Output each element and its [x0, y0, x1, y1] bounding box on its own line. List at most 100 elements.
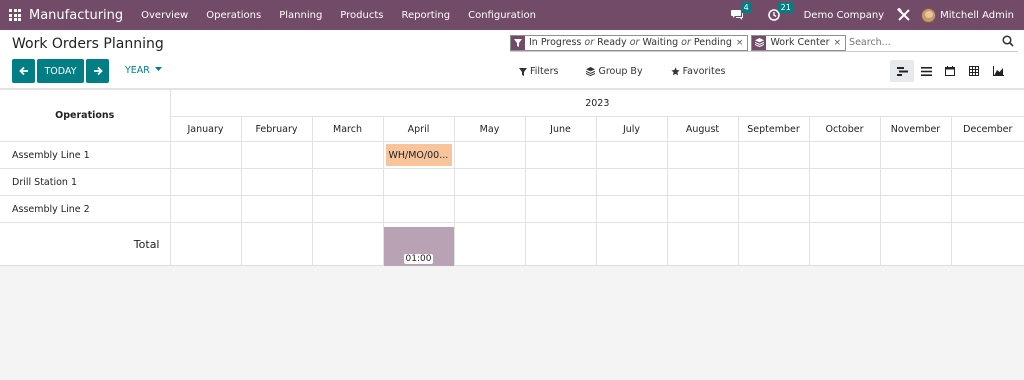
gantt-cell[interactable] [879, 195, 952, 223]
work-order-pill[interactable]: WH/MO/00... [385, 144, 452, 166]
gantt-cell[interactable] [240, 195, 313, 223]
filter-icon [511, 35, 525, 50]
debug-tools-icon[interactable] [897, 8, 911, 22]
month-header: August [666, 116, 739, 142]
gantt-cell[interactable] [666, 168, 739, 196]
gantt-cell[interactable] [808, 195, 881, 223]
view-switcher [890, 60, 1010, 82]
gantt-cell[interactable] [453, 141, 526, 169]
group-by-button[interactable]: Group By [586, 66, 656, 77]
list-view-button[interactable] [914, 60, 938, 82]
facet-remove-icon[interactable]: × [834, 38, 846, 48]
total-cell [240, 222, 313, 266]
gantt-cell[interactable] [453, 195, 526, 223]
search-input[interactable] [849, 37, 1000, 48]
facet-groupby: Work Center × [751, 34, 847, 51]
gantt-total-row: Total 01:00 [0, 222, 1024, 266]
previous-period-button[interactable] [12, 59, 35, 83]
area-chart-icon [992, 66, 1004, 76]
month-header: July [595, 116, 668, 142]
search-icon[interactable] [1002, 35, 1014, 47]
row-label: Drill Station 1 [0, 168, 171, 196]
main-menu: Overview Operations Planning Products Re… [141, 10, 554, 21]
gantt-cell[interactable] [524, 141, 597, 169]
messages-button[interactable]: 4 [730, 2, 752, 21]
gantt-cell[interactable] [879, 168, 952, 196]
apps-menu-icon[interactable] [9, 9, 21, 21]
gantt-cell[interactable] [311, 141, 384, 169]
gantt-cell[interactable] [595, 141, 668, 169]
gantt-cell[interactable] [524, 168, 597, 196]
gantt-cell[interactable] [240, 168, 313, 196]
gantt-cell[interactable] [169, 168, 242, 196]
filters-button[interactable]: Filters [519, 66, 572, 77]
messages-count-badge: 4 [740, 2, 752, 13]
gantt-cell[interactable] [240, 141, 313, 169]
facet-value: Ready [597, 37, 627, 48]
search-panel-toggles: Filters Group By Favorites [519, 66, 754, 77]
gantt-cell[interactable] [311, 195, 384, 223]
gantt-cell[interactable] [737, 141, 810, 169]
gantt-row: Drill Station 1 [0, 168, 1024, 196]
gantt-view-button[interactable] [890, 60, 914, 82]
gantt-cell[interactable] [808, 141, 881, 169]
gantt-cell[interactable] [169, 141, 242, 169]
total-cell [879, 222, 952, 266]
app-name[interactable]: Manufacturing [29, 8, 123, 23]
gantt-cell[interactable] [666, 141, 739, 169]
menu-item-configuration[interactable]: Configuration [468, 10, 536, 21]
gantt-cell[interactable] [595, 195, 668, 223]
gantt-cell[interactable] [879, 141, 952, 169]
gantt-cell[interactable]: WH/MO/00... [382, 141, 455, 169]
gantt-cell[interactable] [950, 168, 1024, 196]
search-bar: In Progress or Ready or Waiting or Pendi… [510, 34, 1018, 52]
next-period-button[interactable] [86, 59, 109, 83]
page-title: Work Orders Planning [12, 36, 164, 52]
gantt-cell[interactable] [382, 168, 455, 196]
menu-item-operations[interactable]: Operations [206, 10, 261, 21]
calendar-icon [945, 66, 955, 76]
scale-dropdown[interactable]: YEAR [125, 65, 162, 76]
filters-label: Filters [530, 66, 559, 77]
company-switcher[interactable]: Demo Company [804, 10, 884, 21]
gantt-cell[interactable] [595, 168, 668, 196]
facet-value: Pending [693, 37, 732, 48]
gantt-cell[interactable] [737, 195, 810, 223]
row-label: Assembly Line 2 [0, 195, 171, 223]
menu-item-planning[interactable]: Planning [279, 10, 322, 21]
total-cell [453, 222, 526, 266]
month-header: September [737, 116, 810, 142]
favorites-label: Favorites [682, 66, 726, 77]
month-header: May [453, 116, 526, 142]
pivot-view-button[interactable] [962, 60, 986, 82]
user-menu[interactable]: Mitchell Admin [940, 10, 1014, 21]
gantt-cell[interactable] [737, 168, 810, 196]
today-button[interactable]: TODAY [37, 59, 84, 83]
rows-header: Operations [0, 89, 171, 142]
gantt-cell[interactable] [524, 195, 597, 223]
menu-item-overview[interactable]: Overview [141, 10, 188, 21]
gantt-cell[interactable] [382, 195, 455, 223]
gantt-cell[interactable] [453, 168, 526, 196]
gantt-cell[interactable] [311, 168, 384, 196]
month-header: April [382, 116, 455, 142]
avatar[interactable] [921, 7, 937, 23]
graph-view-button[interactable] [986, 60, 1010, 82]
activities-button[interactable]: 21 [767, 2, 794, 21]
table-icon [969, 66, 979, 76]
total-cell [595, 222, 668, 266]
menu-item-products[interactable]: Products [340, 10, 383, 21]
gantt-cell[interactable] [169, 195, 242, 223]
gantt-cell[interactable] [950, 195, 1024, 223]
favorites-button[interactable]: Favorites [670, 66, 740, 77]
total-cell [311, 222, 384, 266]
calendar-view-button[interactable] [938, 60, 962, 82]
menu-item-reporting[interactable]: Reporting [401, 10, 450, 21]
gantt-cell[interactable] [950, 141, 1024, 169]
gantt-cell[interactable] [808, 168, 881, 196]
total-cell [524, 222, 597, 266]
gantt-cell[interactable] [666, 195, 739, 223]
facet-remove-icon[interactable]: × [736, 38, 748, 48]
month-header: March [311, 116, 384, 142]
facet-value: Waiting [642, 37, 679, 48]
